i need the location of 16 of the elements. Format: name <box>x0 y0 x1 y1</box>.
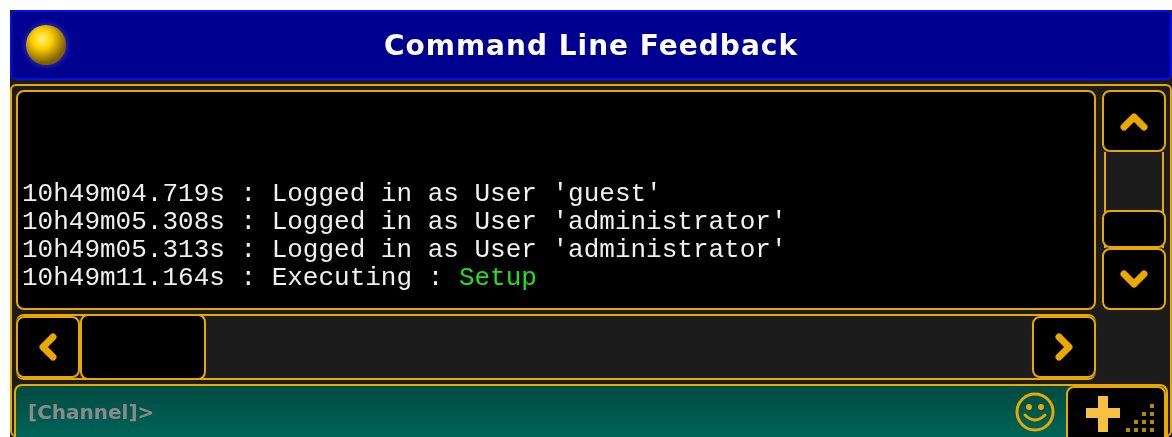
log-line: 10h49m04.719s : Logged in as User 'guest' <box>22 180 663 208</box>
window-title: Command Line Feedback <box>382 28 799 62</box>
plus-button[interactable] <box>1066 386 1166 437</box>
scroll-down-button[interactable] <box>1102 248 1166 310</box>
command-input[interactable]: [Channel]> <box>26 398 1004 425</box>
smiley-icon[interactable] <box>1014 390 1056 433</box>
scroll-thumb[interactable] <box>80 314 206 380</box>
ball-icon <box>18 17 74 73</box>
scroll-left-button[interactable] <box>16 316 80 378</box>
scroll-up-button[interactable] <box>1102 90 1166 152</box>
log-line: 10h49m05.313s : Logged in as User 'administrator' <box>22 236 788 264</box>
scroll-right-button[interactable] <box>1032 316 1096 378</box>
command-line-field[interactable]: [Channel]> <box>14 384 1168 437</box>
scroll-thumb[interactable] <box>1102 210 1166 248</box>
log-line: 10h49m05.308s : Logged in as User 'administrator' <box>22 208 788 236</box>
log-line: 10h49m11.164s : Executing : Setup <box>22 264 538 292</box>
